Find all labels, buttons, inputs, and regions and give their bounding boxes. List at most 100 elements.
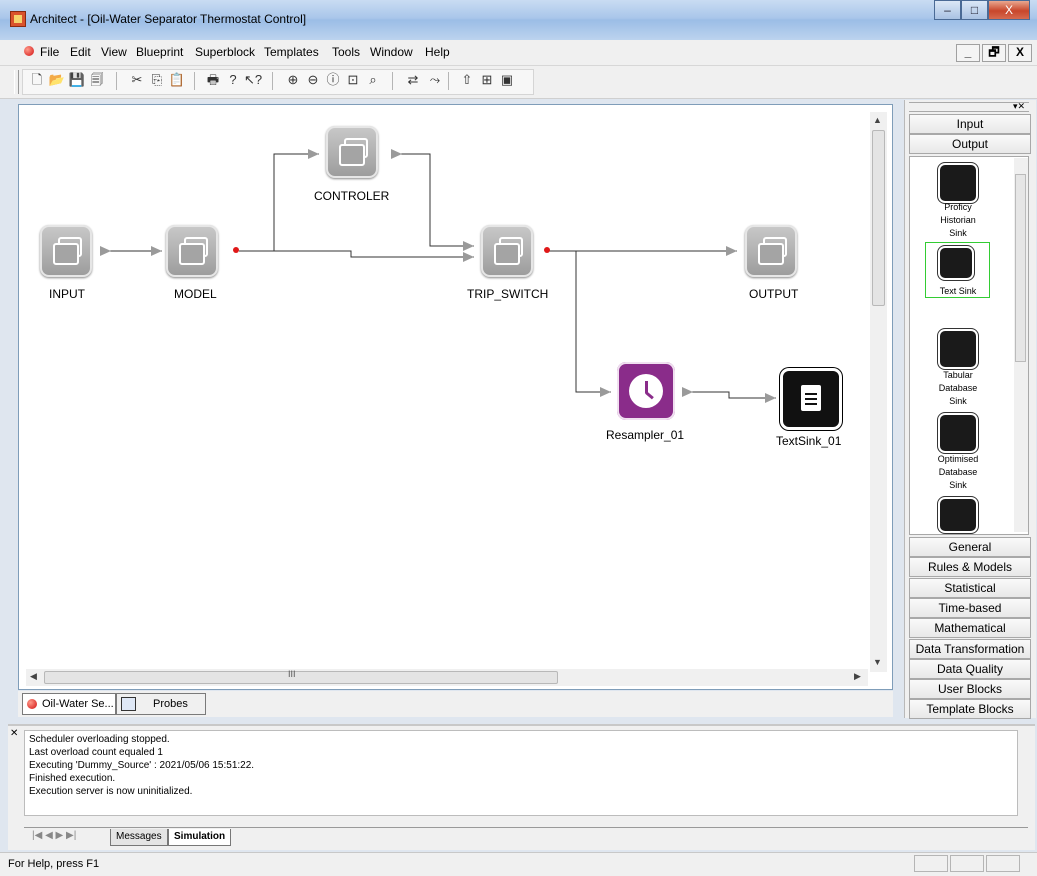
- deploy-icon[interactable]: ⊞: [478, 71, 496, 89]
- scroll-right-icon[interactable]: ▶: [854, 671, 861, 682]
- scroll-up-icon[interactable]: ▲: [873, 115, 882, 125]
- new-icon[interactable]: 🗋: [28, 71, 46, 89]
- palette-group-general[interactable]: General: [909, 537, 1031, 557]
- menu-file[interactable]: File: [40, 45, 59, 59]
- log-line: Executing 'Dummy_Source' : 2021/05/06 15…: [29, 760, 255, 771]
- edit-table-icon[interactable]: [938, 497, 978, 533]
- menu-tools[interactable]: Tools: [332, 45, 360, 59]
- block-output[interactable]: [745, 225, 797, 277]
- block-input[interactable]: [40, 225, 92, 277]
- optimised-table-icon[interactable]: [938, 413, 978, 453]
- app-icon[interactable]: [10, 11, 26, 27]
- log-line: Scheduler overloading stopped.: [29, 734, 170, 745]
- scroll-thumb[interactable]: [44, 671, 558, 684]
- status-text: For Help, press F1: [8, 858, 100, 870]
- menu-bar: File Edit View Blueprint Superblock Temp…: [0, 40, 1037, 66]
- scroll-grip: III: [288, 669, 296, 679]
- palette-scrollbar[interactable]: [1014, 158, 1028, 532]
- palette-group-rules-models[interactable]: Rules & Models: [909, 557, 1031, 578]
- maximize-button[interactable]: □: [961, 0, 988, 20]
- palette-group-data-transformation[interactable]: Data Transformation: [909, 638, 1031, 659]
- cut-icon[interactable]: ✂: [128, 71, 146, 89]
- copy-icon[interactable]: ⎘: [148, 71, 166, 89]
- toolbar-separator: [116, 72, 117, 90]
- block-model[interactable]: [166, 225, 218, 277]
- scroll-left-icon[interactable]: ◀: [30, 671, 37, 682]
- palette-group-template-blocks[interactable]: Template Blocks: [909, 699, 1031, 720]
- log-line: Finished execution.: [29, 773, 116, 784]
- block-text-sink[interactable]: [780, 368, 842, 430]
- database-icon[interactable]: [938, 163, 978, 203]
- close-button[interactable]: X: [988, 0, 1030, 20]
- document-icon[interactable]: [24, 46, 34, 56]
- zoom-in-icon[interactable]: ⊕: [284, 71, 302, 89]
- help-icon[interactable]: ?: [224, 71, 242, 89]
- run-icon[interactable]: ▣: [498, 71, 516, 89]
- scroll-thumb[interactable]: [872, 130, 885, 306]
- toolbar-separator: [272, 72, 273, 90]
- menu-templates[interactable]: Templates: [264, 45, 319, 59]
- log-line: Last overload count equaled 1: [29, 747, 163, 758]
- tab-messages[interactable]: Messages: [110, 829, 168, 846]
- mdi-minimize-button[interactable]: _: [956, 44, 980, 62]
- palette-item-label: Tabular Database Sink: [938, 370, 978, 406]
- upload-icon[interactable]: ⇧: [458, 71, 476, 89]
- document-icon[interactable]: [938, 246, 974, 280]
- canvas-horizontal-scrollbar[interactable]: ◀ III ▶: [26, 669, 868, 686]
- context-help-icon[interactable]: ↖?: [244, 71, 262, 89]
- print-icon[interactable]: 🖶: [204, 71, 222, 89]
- zoom-out-icon[interactable]: ⊖: [304, 71, 322, 89]
- menu-blueprint[interactable]: Blueprint: [136, 45, 183, 59]
- status-bar: For Help, press F1: [0, 852, 1037, 876]
- palette-group-statistical[interactable]: Statistical: [909, 577, 1031, 598]
- paste-icon[interactable]: 📋: [168, 71, 186, 89]
- minimize-button[interactable]: –: [934, 0, 961, 20]
- tab-probes[interactable]: Probes: [116, 693, 206, 715]
- zoom-actual-icon[interactable]: ⓘ: [324, 71, 342, 89]
- palette-group-output[interactable]: Output: [909, 134, 1031, 154]
- block-trip-switch[interactable]: [481, 225, 533, 277]
- tab-navigation-arrows[interactable]: |◀ ◀ ▶ ▶|: [32, 830, 76, 841]
- palette-header-grip[interactable]: [909, 102, 1029, 112]
- zoom-fit-icon[interactable]: ⊡: [344, 71, 362, 89]
- table-icon[interactable]: [938, 329, 978, 369]
- palette-group-data-quality[interactable]: Data Quality: [909, 658, 1031, 679]
- palette-group-time-based[interactable]: Time-based: [909, 597, 1031, 618]
- palette-group-mathematical[interactable]: Mathematical: [909, 618, 1031, 639]
- save-all-icon[interactable]: 🗐: [88, 71, 106, 89]
- palette-group-user-blocks[interactable]: User Blocks: [909, 679, 1031, 700]
- title-bar[interactable]: Architect - [Oil-Water Separator Thermos…: [0, 0, 1037, 40]
- log-line: Execution server is now uninitialized.: [29, 786, 193, 797]
- block-label: MODEL: [174, 287, 217, 301]
- window-title: Architect - [Oil-Water Separator Thermos…: [30, 12, 307, 26]
- disconnect-icon[interactable]: ⤳: [426, 71, 444, 89]
- block-controler[interactable]: [326, 126, 378, 178]
- scroll-thumb[interactable]: [1015, 174, 1026, 362]
- probe-icon: [121, 697, 136, 711]
- menu-edit[interactable]: Edit: [70, 45, 91, 59]
- save-icon[interactable]: 💾: [68, 71, 86, 89]
- toolbar-grip[interactable]: [14, 70, 19, 94]
- mdi-close-button[interactable]: X: [1008, 44, 1032, 62]
- menu-window[interactable]: Window: [370, 45, 413, 59]
- block-resampler[interactable]: [617, 362, 675, 420]
- palette-close-icon[interactable]: ▾✕: [1013, 101, 1025, 112]
- menu-help[interactable]: Help: [425, 45, 450, 59]
- scroll-down-icon[interactable]: ▼: [873, 657, 882, 667]
- output-log[interactable]: Scheduler overloading stopped. Last overl…: [24, 730, 1018, 816]
- document-icon: [801, 385, 821, 411]
- output-close-icon[interactable]: ✕: [10, 728, 18, 739]
- tab-oil-water[interactable]: Oil-Water Se...: [22, 693, 116, 715]
- menu-superblock[interactable]: Superblock: [195, 45, 255, 59]
- menu-view[interactable]: View: [101, 45, 127, 59]
- tab-simulation[interactable]: Simulation: [168, 829, 232, 846]
- open-icon[interactable]: 📂: [48, 71, 66, 89]
- palette-group-input[interactable]: Input: [909, 114, 1031, 134]
- canvas-vertical-scrollbar[interactable]: ▲ ▼: [870, 112, 887, 672]
- mdi-restore-button[interactable]: 🗗: [982, 44, 1006, 62]
- find-icon[interactable]: ⌕: [364, 71, 382, 89]
- toolbar-separator: [448, 72, 449, 90]
- block-label: OUTPUT: [749, 287, 799, 301]
- port-indicator: [233, 247, 239, 253]
- connect-icon[interactable]: ⇄: [404, 71, 422, 89]
